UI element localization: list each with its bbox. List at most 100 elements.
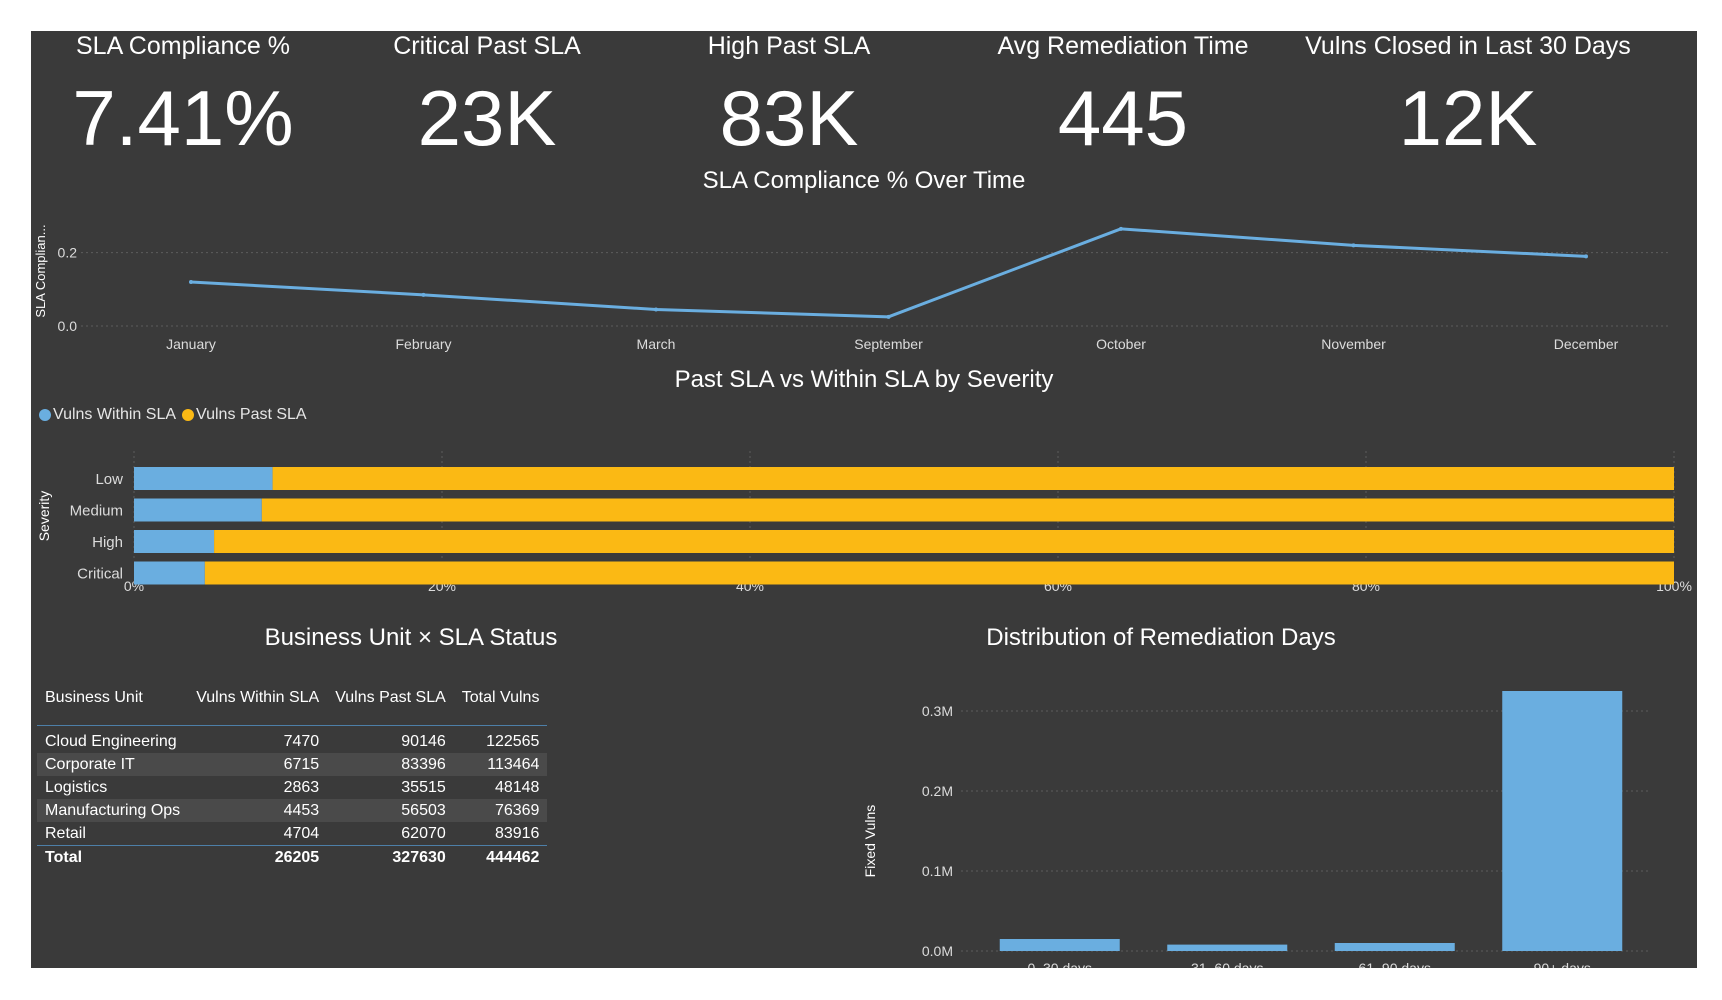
line-chart-title: SLA Compliance % Over Time	[702, 167, 1026, 194]
kpi-title: High Past SLA	[707, 32, 871, 60]
y-tick-label: Critical	[77, 566, 123, 583]
table-title: Business Unit × SLA Status	[264, 624, 558, 651]
bar-chart-legend: Vulns Within SLA Vulns Past SLA	[39, 406, 313, 424]
line-chart[interactable]: 0.0 0.2 SLA Complian... January February Marc…	[31, 206, 1697, 391]
cell-past-sla: 83396	[327, 753, 454, 776]
cell-total-past-sla: 327630	[327, 845, 454, 869]
legend-label: Vulns Within SLA	[53, 406, 177, 423]
data-point	[1119, 226, 1123, 231]
series-line	[190, 227, 1587, 319]
histogram-bar	[1334, 943, 1455, 951]
legend-label: Vulns Past SLA	[196, 406, 307, 423]
cell-business-unit: Corporate IT	[37, 753, 189, 776]
y-tick-label: Low	[95, 471, 123, 488]
business-unit-table: Business Unit Vulns Within SLA Vulns Pas…	[37, 689, 548, 869]
data-point	[189, 280, 193, 284]
table-header-row: Business Unit Vulns Within SLA Vulns Pas…	[37, 689, 548, 726]
x-tick-label: December	[1554, 336, 1619, 352]
dashboard: SLA Compliance % 7.41% Critical Past SLA…	[31, 31, 1697, 968]
cell-business-unit: Manufacturing Ops	[37, 799, 189, 822]
cell-past-sla: 90146	[401, 732, 446, 750]
table-row[interactable]: Manufacturing Ops 4453 56503 76369	[37, 799, 548, 822]
x-tick-label: 61–90 days	[1359, 960, 1431, 968]
table-row[interactable]: Corporate IT 6715 83396 113464	[37, 753, 548, 776]
histogram-bar	[1167, 944, 1288, 951]
kpi-value: 7.41%	[72, 74, 294, 162]
kpi-title: Vulns Closed in Last 30 Days	[1305, 32, 1631, 60]
y-tick-label: 0.3M	[922, 703, 953, 719]
kpi-card-vulns-closed-30-days[interactable]: Vulns Closed in Last 30 Days 12K	[1298, 31, 1638, 164]
kpi-title: Critical Past SLA	[393, 32, 581, 60]
column-header-within-sla[interactable]: Vulns Within SLA	[188, 689, 328, 726]
data-point	[654, 307, 658, 312]
cell-past-sla: 35515	[401, 778, 446, 796]
kpi-title: Avg Remediation Time	[997, 32, 1249, 60]
cell-total-vulns: 48148	[494, 778, 540, 796]
cell-total-vulns: 444462	[453, 845, 548, 869]
legend-item-within[interactable]: Vulns Within SLA	[39, 406, 176, 424]
bar-chart-title: Past SLA vs Within SLA by Severity	[674, 366, 1054, 393]
bar-past-sla	[204, 561, 1675, 585]
x-tick-label: January	[166, 336, 216, 352]
bar-chart[interactable]: 0% 20% 40% 60% 80% 100%LowMediumHighCriticalS…	[31, 451, 1697, 651]
y-tick-label: Medium	[70, 503, 123, 520]
cell-within-sla: 4453	[188, 799, 328, 822]
cell-within-sla: 7470	[283, 732, 320, 750]
y-tick-label: 0.2	[58, 245, 78, 261]
bar-within-sla	[134, 561, 205, 585]
cell-within-sla: 4704	[283, 824, 320, 842]
bar-within-sla	[134, 530, 215, 553]
x-tick-label: 90+ days	[1534, 960, 1591, 968]
bar-past-sla	[261, 498, 1674, 522]
x-tick-label: November	[1321, 336, 1386, 352]
cell-within-sla: 2863	[283, 778, 320, 796]
x-tick-label: March	[637, 336, 676, 352]
kpi-card-avg-remediation-time[interactable]: Avg Remediation Time 445	[963, 31, 1283, 164]
column-header-business-unit[interactable]: Business Unit	[37, 689, 189, 726]
kpi-value: 23K	[417, 74, 557, 162]
column-header-total-vulns[interactable]: Total Vulns	[453, 689, 548, 726]
table-row[interactable]: Cloud Engineering 7470 90146 122565	[37, 726, 547, 754]
y-tick-label: 0.0M	[922, 943, 953, 959]
legend-item-past[interactable]: Vulns Past SLA	[182, 406, 307, 424]
x-tick-label: September	[854, 336, 923, 352]
x-tick-label: 0–30 days	[1027, 960, 1092, 968]
cell-business-unit: Logistics	[45, 778, 108, 796]
cell-total-vulns: 113464	[453, 753, 548, 776]
y-tick-label: 0.2M	[922, 783, 953, 799]
histogram-title: Distribution of Remediation Days	[986, 624, 1336, 651]
cell-total-vulns: 83916	[494, 824, 540, 842]
kpi-title: SLA Compliance %	[75, 32, 290, 60]
legend-swatch	[182, 409, 195, 421]
cell-total-vulns: 122565	[486, 732, 540, 750]
histogram-bar	[999, 939, 1120, 951]
y-tick-label: High	[92, 534, 123, 551]
kpi-card-sla-compliance[interactable]: SLA Compliance % 7.41%	[31, 31, 343, 164]
x-tick-label: October	[1096, 336, 1146, 352]
y-tick-label: 0.0	[58, 318, 78, 334]
cell-total-vulns: 76369	[453, 799, 548, 822]
y-axis-label: Severity	[36, 491, 52, 542]
x-tick-label: February	[395, 336, 451, 352]
table-total-row: Total 26205 327630 444462	[37, 845, 548, 869]
kpi-value: 83K	[719, 74, 859, 162]
x-tick-label: 31–60 days	[1191, 960, 1263, 968]
kpi-card-high-past-sla[interactable]: High Past SLA 83K	[629, 31, 949, 164]
histogram-chart[interactable]: 0.0M 0.1M 0.2M 0.3M Fixed Vulns 0–30 days 31–6…	[861, 671, 1697, 968]
column-header-past-sla[interactable]: Vulns Past SLA	[327, 689, 454, 726]
kpi-card-critical-past-sla[interactable]: Critical Past SLA 23K	[327, 31, 647, 164]
kpi-value: 12K	[1398, 74, 1538, 162]
data-point	[886, 314, 891, 319]
bar-past-sla	[272, 467, 1675, 490]
cell-total-within-sla: 26205	[188, 845, 328, 869]
legend-swatch	[39, 409, 51, 421]
data-point	[1584, 254, 1588, 259]
bar-within-sla	[134, 467, 273, 490]
cell-business-unit: Cloud Engineering	[45, 732, 177, 750]
y-tick-label: 0.1M	[922, 863, 953, 879]
data-point	[421, 292, 426, 297]
kpi-value: 445	[1057, 74, 1189, 162]
table-row[interactable]: Retail 4704 62070 83916	[37, 822, 547, 846]
cell-past-sla: 56503	[327, 799, 454, 822]
table-row[interactable]: Logistics 2863 35515 48148	[37, 776, 547, 799]
